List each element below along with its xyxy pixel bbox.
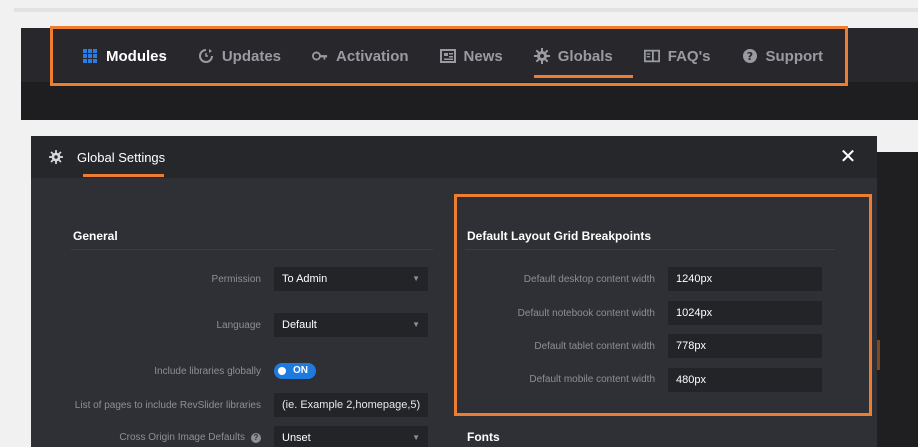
- svg-text:?: ?: [746, 50, 752, 63]
- nav-label-activation: Activation: [336, 47, 409, 65]
- background-panel: [877, 152, 918, 447]
- permission-value: To Admin: [282, 273, 328, 285]
- nav-label-updates: Updates: [221, 47, 282, 65]
- language-select[interactable]: Default ▼: [274, 313, 428, 337]
- nav-label-modules: Modules: [106, 47, 167, 65]
- help-icon[interactable]: ?: [251, 433, 261, 443]
- cross-origin-value: Unset: [282, 432, 311, 444]
- toggle-knob: [278, 367, 286, 375]
- pages-list-label: List of pages to include RevSlider libra…: [74, 400, 261, 411]
- cross-origin-label-row: Cross Origin Image Defaults?: [119, 432, 261, 443]
- language-value: Default: [282, 319, 317, 331]
- nav-item-faqs[interactable]: FAQ's: [643, 42, 711, 70]
- nav-label-support: Support: [765, 47, 824, 65]
- chevron-down-icon: ▼: [412, 433, 420, 442]
- book-icon: [643, 48, 660, 64]
- nav-label-globals: Globals: [557, 47, 613, 65]
- nav-item-updates[interactable]: Updates: [198, 42, 281, 70]
- include-libraries-toggle[interactable]: ON: [274, 363, 316, 379]
- main-nav: Modules Updates Activation News Globals …: [82, 40, 854, 78]
- nav-item-support[interactable]: ? Support: [742, 42, 824, 70]
- top-strip: [14, 8, 918, 12]
- pages-list-input[interactable]: (ie. Example 2,homepage,5): [274, 393, 428, 417]
- language-label: Language: [216, 320, 262, 331]
- cross-origin-label: Cross Origin Image Defaults: [119, 432, 245, 443]
- refresh-icon: [198, 48, 214, 64]
- grid-icon: [82, 48, 98, 64]
- key-icon: [312, 48, 328, 64]
- newspaper-icon: [439, 48, 456, 64]
- fonts-section-title: Fonts: [467, 430, 500, 444]
- chevron-down-icon: ▼: [412, 274, 420, 283]
- panel-accent: [877, 340, 880, 370]
- nav-label-faqs: FAQ's: [667, 47, 711, 65]
- include-libraries-label: Include libraries globally: [154, 366, 261, 377]
- permission-label: Permission: [211, 274, 261, 285]
- chevron-down-icon: ▼: [412, 320, 420, 329]
- general-labels: Permission Language Include libraries gl…: [31, 136, 261, 447]
- breakpoints-highlight-frame: [454, 194, 872, 416]
- nav-item-news[interactable]: News: [439, 42, 503, 70]
- gear-icon: [533, 48, 550, 64]
- include-libraries-value: ON: [293, 365, 308, 376]
- nav-label-news: News: [463, 47, 503, 65]
- question-circle-icon: ?: [742, 48, 758, 64]
- close-icon[interactable]: ✕: [839, 147, 857, 167]
- nav-item-modules[interactable]: Modules: [82, 42, 167, 70]
- nav-item-globals[interactable]: Globals: [533, 42, 633, 78]
- nav-item-activation[interactable]: Activation: [312, 42, 409, 70]
- permission-select[interactable]: To Admin ▼: [274, 267, 428, 291]
- cross-origin-select[interactable]: Unset ▼: [274, 426, 428, 447]
